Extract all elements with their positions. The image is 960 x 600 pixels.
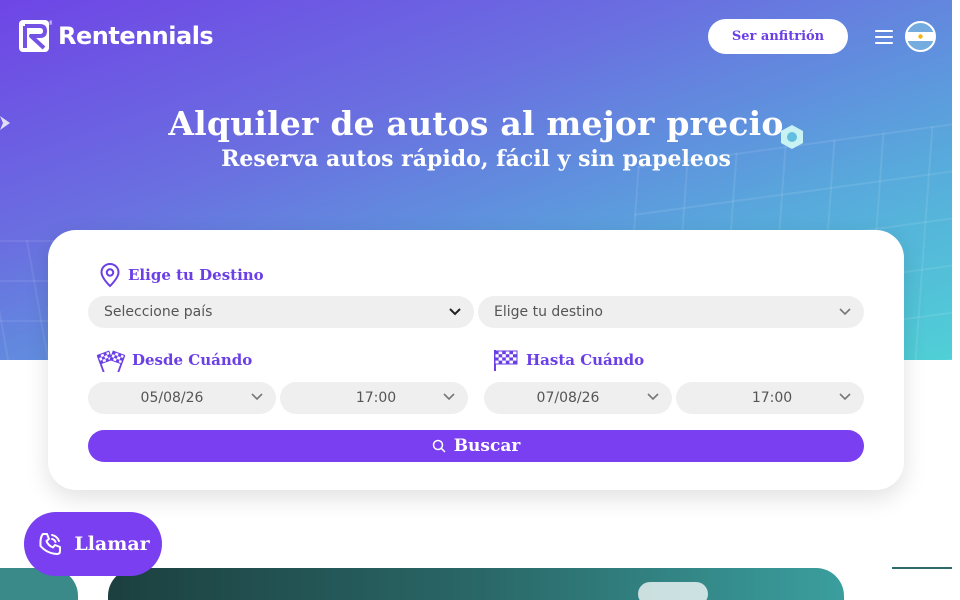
chevron-down-icon <box>251 393 263 401</box>
hamburger-icon[interactable] <box>875 30 893 44</box>
chevron-down-icon <box>443 393 455 401</box>
destination-select-value: Elige tu destino <box>494 304 603 320</box>
sun-emblem-icon <box>918 34 923 39</box>
from-label: Desde Cuándo <box>96 348 252 372</box>
search-button-label: Buscar <box>453 436 521 456</box>
country-select[interactable]: Seleccione país <box>88 296 474 328</box>
from-date-select[interactable]: 05/08/26 <box>88 382 276 414</box>
brand-name: Rentennials <box>58 22 214 50</box>
brand-logo[interactable]: ® Rentennials <box>18 19 214 53</box>
search-icon <box>432 439 446 453</box>
promo-banner-right-edge <box>892 567 952 569</box>
registered-mark: ® <box>48 20 52 27</box>
to-label-text: Hasta Cuándo <box>526 351 645 369</box>
search-button[interactable]: Buscar <box>88 430 864 462</box>
to-time-value: 17:00 <box>751 390 793 406</box>
to-date-value: 07/08/26 <box>536 390 600 406</box>
destination-label-text: Elige tu Destino <box>128 266 264 284</box>
hero-subtitle: Reserva autos rápido, fácil y sin papele… <box>221 146 731 172</box>
chevron-down-icon <box>839 393 851 401</box>
chevron-down-icon <box>839 308 851 316</box>
to-label: Hasta Cuándo <box>492 348 644 372</box>
to-time-select[interactable]: 17:00 <box>676 382 864 414</box>
location-pin-icon <box>100 262 120 288</box>
chevron-down-icon <box>647 393 659 401</box>
become-host-button[interactable]: Ser anfitrión <box>708 19 848 54</box>
destination-select[interactable]: Elige tu destino <box>478 296 864 328</box>
from-time-select[interactable]: 17:00 <box>280 382 468 414</box>
hero-title: Alquiler de autos al mejor precio <box>168 104 784 143</box>
car-image-shape <box>638 582 708 600</box>
destination-label: Elige tu Destino <box>98 262 264 288</box>
argentina-flag-icon[interactable] <box>905 21 936 52</box>
checkered-flags-icon <box>96 350 126 372</box>
from-label-text: Desde Cuándo <box>132 351 253 369</box>
checkered-flag-icon <box>494 350 518 371</box>
from-time-value: 17:00 <box>355 390 397 406</box>
promo-banner[interactable] <box>108 568 844 600</box>
rentennials-logo-icon: ® <box>19 20 52 52</box>
call-button-label: Llamar <box>74 533 150 555</box>
to-date-select[interactable]: 07/08/26 <box>484 382 672 414</box>
call-button[interactable]: Llamar <box>24 512 162 576</box>
chevron-down-icon <box>449 308 461 316</box>
country-select-value: Seleccione país <box>104 304 213 320</box>
from-date-value: 05/08/26 <box>140 390 204 406</box>
phone-call-icon <box>39 533 62 555</box>
